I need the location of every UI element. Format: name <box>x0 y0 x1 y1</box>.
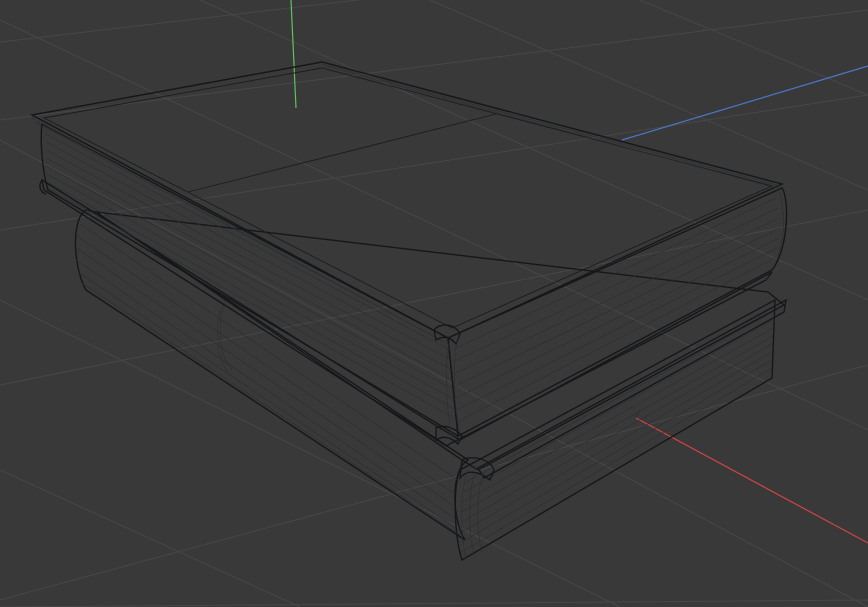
book-top-page-lines-left <box>45 133 458 421</box>
z-axis-line <box>290 0 297 109</box>
book-top-pages-left <box>40 122 459 438</box>
book-top[interactable] <box>29 61 788 447</box>
book-top-cover-border <box>42 67 774 329</box>
y-axis-line <box>621 65 868 141</box>
book-bottom[interactable] <box>74 209 787 562</box>
book-bottom-pages-front <box>454 298 776 562</box>
book-top-page-curves <box>446 187 784 437</box>
3d-viewport[interactable] <box>0 0 868 607</box>
book-bottom-spine <box>74 209 470 541</box>
book-top-spine-crease <box>187 113 497 193</box>
book-bottom-page-curves <box>461 469 485 561</box>
book-top-page-lines-right <box>451 197 781 423</box>
book-bottom-spine-wire <box>75 223 461 536</box>
viewport-scene[interactable] <box>0 0 868 607</box>
